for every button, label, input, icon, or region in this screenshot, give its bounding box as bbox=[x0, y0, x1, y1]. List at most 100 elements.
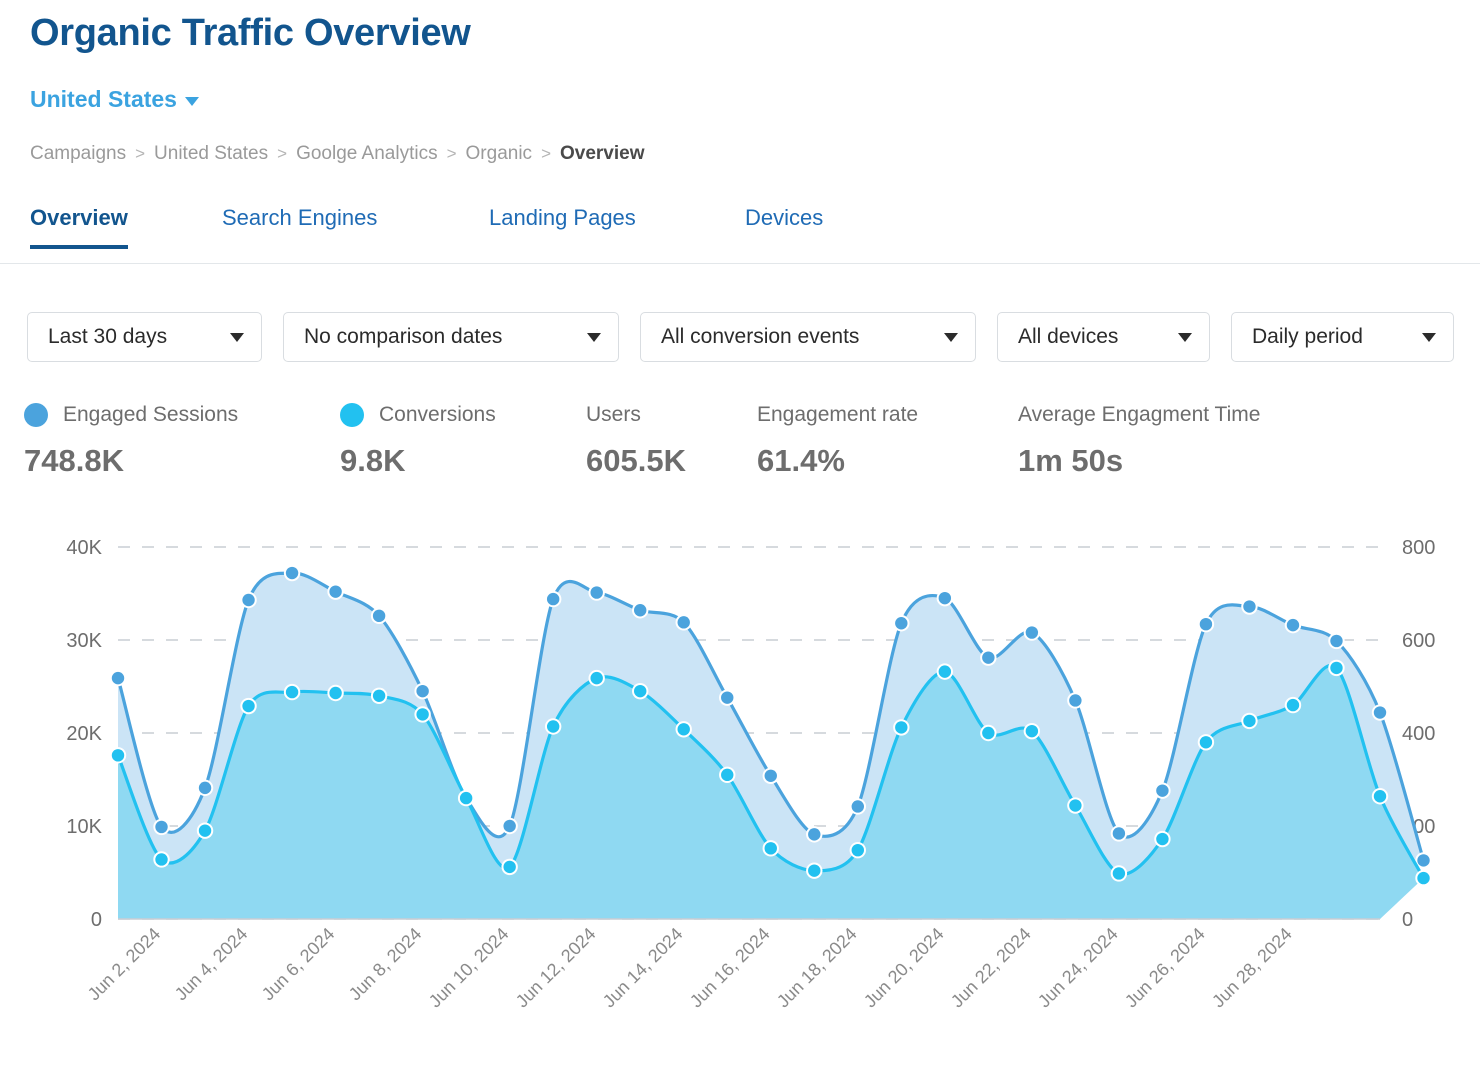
x-axis-tick-label: Jun 26, 2024 bbox=[1121, 924, 1209, 1012]
country-selector[interactable]: United States bbox=[30, 86, 199, 113]
breadcrumb-separator: > bbox=[541, 144, 551, 164]
data-point bbox=[939, 665, 951, 677]
metric-value: 1m 50s bbox=[1018, 443, 1260, 479]
data-point bbox=[1417, 872, 1429, 884]
data-point bbox=[1374, 706, 1386, 718]
data-point bbox=[242, 594, 254, 606]
chart-svg: 0010K20020K40030K60040K800Jun 2, 2024Jun… bbox=[0, 520, 1480, 1080]
y-axis-right-tick: 400 bbox=[1402, 723, 1435, 745]
data-point bbox=[1156, 833, 1168, 845]
x-axis-tick-label: Jun 18, 2024 bbox=[773, 924, 861, 1012]
data-point bbox=[329, 585, 341, 597]
data-point bbox=[678, 723, 690, 735]
metric-average-engagement-time[interactable]: Average Engagment Time 1m 50s bbox=[1018, 400, 1260, 479]
data-point bbox=[1200, 618, 1212, 630]
data-point bbox=[1243, 600, 1255, 612]
y-axis-left-tick: 20K bbox=[66, 723, 102, 745]
devices-select[interactable]: All devices bbox=[997, 312, 1210, 362]
date-range-select[interactable]: Last 30 days bbox=[27, 312, 262, 362]
data-point bbox=[895, 617, 907, 629]
data-point bbox=[373, 690, 385, 702]
data-point bbox=[286, 686, 298, 698]
x-axis-tick-label: Jun 24, 2024 bbox=[1034, 924, 1122, 1012]
breadcrumb-item-google-analytics[interactable]: Goolge Analytics bbox=[296, 143, 438, 165]
organic-traffic-chart[interactable]: 0010K20020K40030K60040K800Jun 2, 2024Jun… bbox=[0, 520, 1480, 1080]
metric-engagement-rate[interactable]: Engagement rate 61.4% bbox=[757, 400, 918, 479]
metric-label: Conversions bbox=[379, 403, 496, 427]
legend-dot-conversions bbox=[340, 403, 364, 427]
filter-bar: Last 30 days No comparison dates All con… bbox=[27, 312, 1454, 362]
data-point bbox=[808, 864, 820, 876]
metric-users[interactable]: Users 605.5K bbox=[586, 400, 686, 479]
tab-search-engines[interactable]: Search Engines bbox=[222, 205, 377, 247]
data-point bbox=[1026, 626, 1038, 638]
x-axis-tick-label: Jun 16, 2024 bbox=[686, 924, 774, 1012]
data-point bbox=[765, 770, 777, 782]
breadcrumb-separator: > bbox=[135, 144, 145, 164]
metric-conversions[interactable]: Conversions 9.8K bbox=[340, 400, 496, 479]
data-point bbox=[547, 720, 559, 732]
data-point bbox=[634, 685, 646, 697]
x-axis-tick-label: Jun 2, 2024 bbox=[84, 924, 165, 1005]
data-point bbox=[939, 592, 951, 604]
chevron-down-icon bbox=[230, 333, 244, 342]
breadcrumb: Campaigns > United States > Goolge Analy… bbox=[30, 143, 645, 165]
data-point bbox=[1113, 827, 1125, 839]
devices-select-label: All devices bbox=[1018, 325, 1118, 349]
data-point bbox=[721, 769, 733, 781]
data-point bbox=[678, 616, 690, 628]
metric-value: 748.8K bbox=[24, 443, 238, 479]
data-point bbox=[1330, 635, 1342, 647]
data-point bbox=[155, 821, 167, 833]
period-select[interactable]: Daily period bbox=[1231, 312, 1454, 362]
data-point bbox=[808, 828, 820, 840]
data-point bbox=[1243, 715, 1255, 727]
data-point bbox=[1200, 736, 1212, 748]
comparison-dates-select[interactable]: No comparison dates bbox=[283, 312, 619, 362]
x-axis-tick-label: Jun 4, 2024 bbox=[171, 924, 252, 1005]
conversion-events-select-label: All conversion events bbox=[661, 325, 859, 349]
tab-overview[interactable]: Overview bbox=[30, 205, 128, 247]
x-axis-tick-label: Jun 8, 2024 bbox=[345, 924, 426, 1005]
data-point bbox=[286, 567, 298, 579]
data-point bbox=[590, 672, 602, 684]
data-point bbox=[895, 721, 907, 733]
data-point bbox=[112, 672, 124, 684]
chevron-down-icon bbox=[185, 97, 199, 106]
data-point bbox=[1287, 619, 1299, 631]
data-point bbox=[112, 749, 124, 761]
data-point bbox=[416, 685, 428, 697]
y-axis-left-tick: 0 bbox=[91, 909, 102, 931]
metric-engaged-sessions[interactable]: Engaged Sessions 748.8K bbox=[24, 400, 238, 479]
x-axis-tick-label: Jun 22, 2024 bbox=[947, 924, 1035, 1012]
organic-traffic-overview-page: Organic Traffic Overview United States C… bbox=[0, 0, 1480, 1082]
comparison-dates-select-label: No comparison dates bbox=[304, 325, 502, 349]
y-axis-left-tick: 10K bbox=[66, 816, 102, 838]
data-point bbox=[1069, 694, 1081, 706]
data-point bbox=[982, 727, 994, 739]
x-axis-tick-label: Jun 12, 2024 bbox=[512, 924, 600, 1012]
data-point bbox=[242, 700, 254, 712]
data-point bbox=[1113, 867, 1125, 879]
y-axis-right-tick: 600 bbox=[1402, 630, 1435, 652]
tab-devices[interactable]: Devices bbox=[745, 205, 823, 247]
data-point bbox=[329, 687, 341, 699]
data-point bbox=[852, 844, 864, 856]
data-point bbox=[1156, 784, 1168, 796]
conversion-events-select[interactable]: All conversion events bbox=[640, 312, 976, 362]
y-axis-right-tick: 0 bbox=[1402, 909, 1413, 931]
breadcrumb-item-organic[interactable]: Organic bbox=[466, 143, 533, 165]
period-select-label: Daily period bbox=[1252, 325, 1363, 349]
metric-value: 9.8K bbox=[340, 443, 496, 479]
data-point bbox=[1417, 854, 1429, 866]
data-point bbox=[1026, 725, 1038, 737]
breadcrumb-item-united-states[interactable]: United States bbox=[154, 143, 268, 165]
metric-label: Engagement rate bbox=[757, 403, 918, 427]
x-axis-tick-label: Jun 6, 2024 bbox=[258, 924, 339, 1005]
data-point bbox=[373, 610, 385, 622]
data-point bbox=[1374, 790, 1386, 802]
breadcrumb-item-campaigns[interactable]: Campaigns bbox=[30, 143, 126, 165]
y-axis-left-tick: 30K bbox=[66, 630, 102, 652]
legend-dot-engaged-sessions bbox=[24, 403, 48, 427]
tab-landing-pages[interactable]: Landing Pages bbox=[489, 205, 636, 247]
